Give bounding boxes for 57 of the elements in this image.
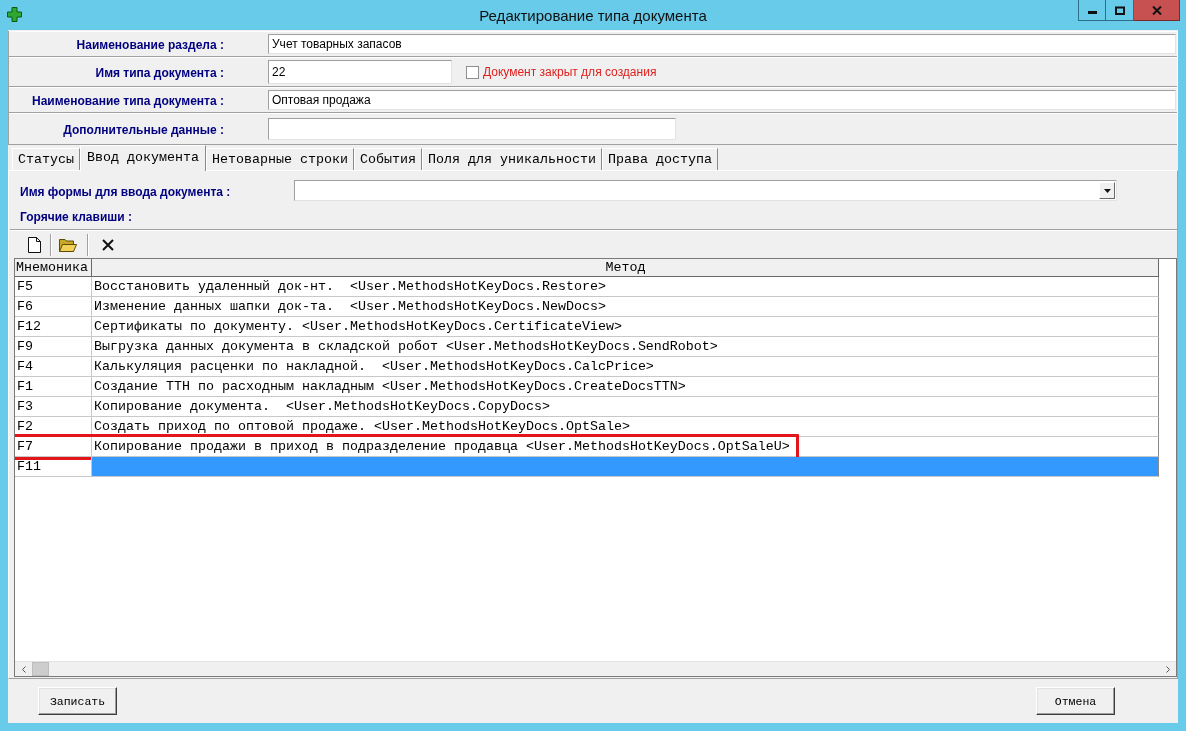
text-field[interactable]: Учет товарных запасов xyxy=(268,34,1176,54)
table-cell: Сертификаты по документу. <User.MethodsHotKeyDocs.CertificateView> xyxy=(92,317,1159,337)
field-label: Наименование типа документа : xyxy=(31,94,224,108)
table-cell: Изменение данных шапки док-та. <User.MethodsHotKeyDocs.NewDocs> xyxy=(92,297,1159,317)
checkbox-label[interactable]: Документ закрыт для создания xyxy=(483,65,657,79)
table-cell: Восстановить удаленный док-нт. <User.MethodsHotKeyDocs.Restore> xyxy=(92,277,1159,297)
table-cell: F4 xyxy=(15,357,92,377)
text-field[interactable]: Оптовая продажа xyxy=(268,90,1176,110)
tab[interactable]: События xyxy=(353,148,422,170)
dropdown-field[interactable] xyxy=(294,180,1117,201)
tab[interactable]: Ввод документа xyxy=(80,145,206,171)
maximize-icon xyxy=(1114,5,1125,15)
table-cell: Создать приход по оптовой продаже. <User.MethodsHotKeyDocs.OptSale> xyxy=(92,417,1159,437)
field-label: Имя формы для ввода документа : xyxy=(20,184,231,199)
table-cell: F2 xyxy=(15,417,92,437)
table-cell: F3 xyxy=(15,397,92,417)
minimize-button[interactable] xyxy=(1078,0,1106,21)
table-cell: Выгрузка данных документа в складской робот <User.MethodsHotKeyDocs.SendRobot> xyxy=(92,337,1159,357)
dialog-button[interactable]: Записать xyxy=(38,687,117,715)
minimize-icon xyxy=(1087,11,1097,14)
maximize-button[interactable] xyxy=(1106,0,1134,21)
caret-down-icon xyxy=(1103,188,1111,193)
horizontal-scrollbar[interactable] xyxy=(15,661,1176,676)
tab[interactable]: Нетоварные строки xyxy=(206,148,354,170)
table-cell: Калькуляция расценки по накладной. <User.MethodsHotKeyDocs.CalcPrice> xyxy=(92,357,1159,377)
tab[interactable]: Права доступа xyxy=(601,148,718,170)
table-cell: F1 xyxy=(15,377,92,397)
dialog-button[interactable]: Отмена xyxy=(1036,687,1115,715)
table-cell: F12 xyxy=(15,317,92,337)
tab[interactable]: Поля для уникальности xyxy=(421,148,602,170)
column-header[interactable]: Метод xyxy=(92,259,1159,277)
table-cell: F5 xyxy=(15,277,92,297)
table-cell: F6 xyxy=(15,297,92,317)
text-field[interactable] xyxy=(268,118,676,140)
field-label: Дополнительные данные : xyxy=(63,123,224,137)
cross-icon[interactable] xyxy=(102,238,114,251)
plus-icon xyxy=(7,7,22,22)
column-header[interactable]: Мнемоника xyxy=(15,259,92,277)
folder-icon[interactable] xyxy=(59,237,77,252)
field-label: Имя типа документа : xyxy=(95,66,224,80)
chevron-right-icon xyxy=(1165,665,1170,673)
section-label: Горячие клавиши : xyxy=(20,210,132,224)
close-button[interactable] xyxy=(1134,0,1180,21)
tab[interactable]: Статусы xyxy=(12,148,80,170)
table-cell: Копирование документа. <User.MethodsHotKeyDocs.CopyDocs> xyxy=(92,397,1159,417)
scroll-thumb[interactable] xyxy=(32,662,49,676)
table-cell: Создание ТТН по расходным накладным <User.MethodsHotKeyDocs.CreateDocsTTN> xyxy=(92,377,1159,397)
table-cell: F9 xyxy=(15,337,92,357)
table-cell: F7 xyxy=(15,437,92,457)
chevron-left-icon xyxy=(21,665,26,673)
text-field[interactable]: 22 xyxy=(268,60,452,84)
blank-page-icon[interactable] xyxy=(28,236,41,253)
checkbox[interactable] xyxy=(466,65,479,79)
window-title: Редактирование типа документа xyxy=(479,6,707,24)
field-label: Наименование раздела : xyxy=(76,38,224,52)
dropdown-button[interactable] xyxy=(1099,182,1115,199)
close-icon xyxy=(1151,5,1162,15)
